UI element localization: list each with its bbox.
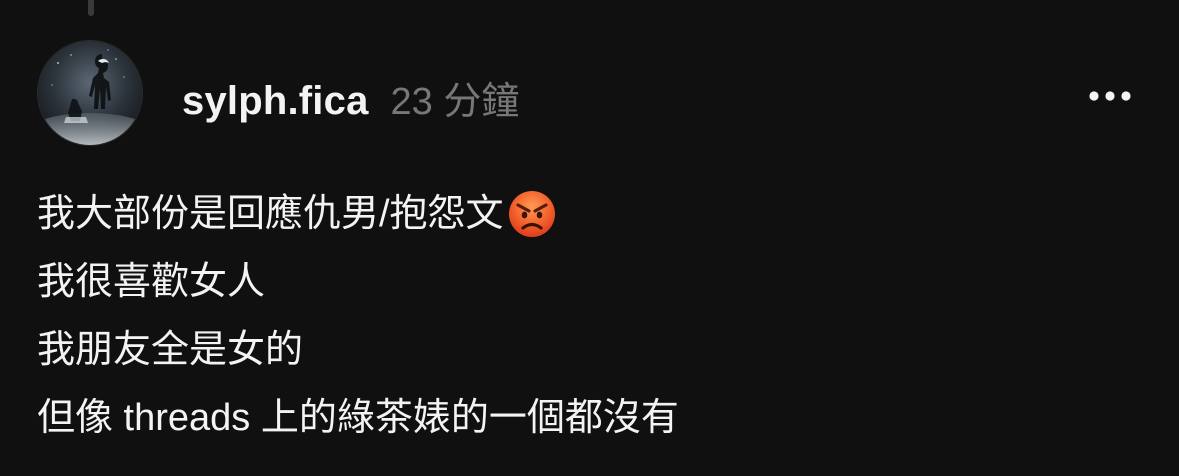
post-body: 我大部份是回應仇男/抱怨文 我很喜歡女人 我朋友全是女的 但像 threads … [37, 180, 1147, 452]
avatar[interactable] [37, 40, 143, 146]
post-text-line: 我朋友全是女的 [37, 316, 1147, 384]
post-text-line-3: 我朋友全是女的 [37, 329, 304, 371]
timestamp: 23 分鐘 [390, 81, 520, 123]
post-text-line-4: 但像 threads 上的綠茶婊的一個都沒有 [37, 397, 679, 439]
angry-face-emoji [506, 188, 558, 240]
post-text-line-1: 我大部份是回應仇男/抱怨文 [37, 193, 504, 235]
post-header: sylph.fica 23 分鐘 [182, 70, 519, 124]
post-text-line-2: 我很喜歡女人 [37, 261, 266, 303]
more-options-button[interactable] [1082, 80, 1138, 112]
post-text-line: 我大部份是回應仇男/抱怨文 [37, 180, 1147, 248]
thread-post: sylph.fica 23 分鐘 我大部份是回應仇男/抱怨文 我很喜歡女人 我朋… [0, 0, 1179, 476]
post-text-line: 我很喜歡女人 [37, 248, 1147, 316]
more-horizontal-icon [1089, 91, 1131, 101]
post-text-line: 但像 threads 上的綠茶婊的一個都沒有 [37, 384, 1147, 452]
avatar-image [38, 41, 142, 145]
username[interactable]: sylph.fica [182, 79, 369, 124]
